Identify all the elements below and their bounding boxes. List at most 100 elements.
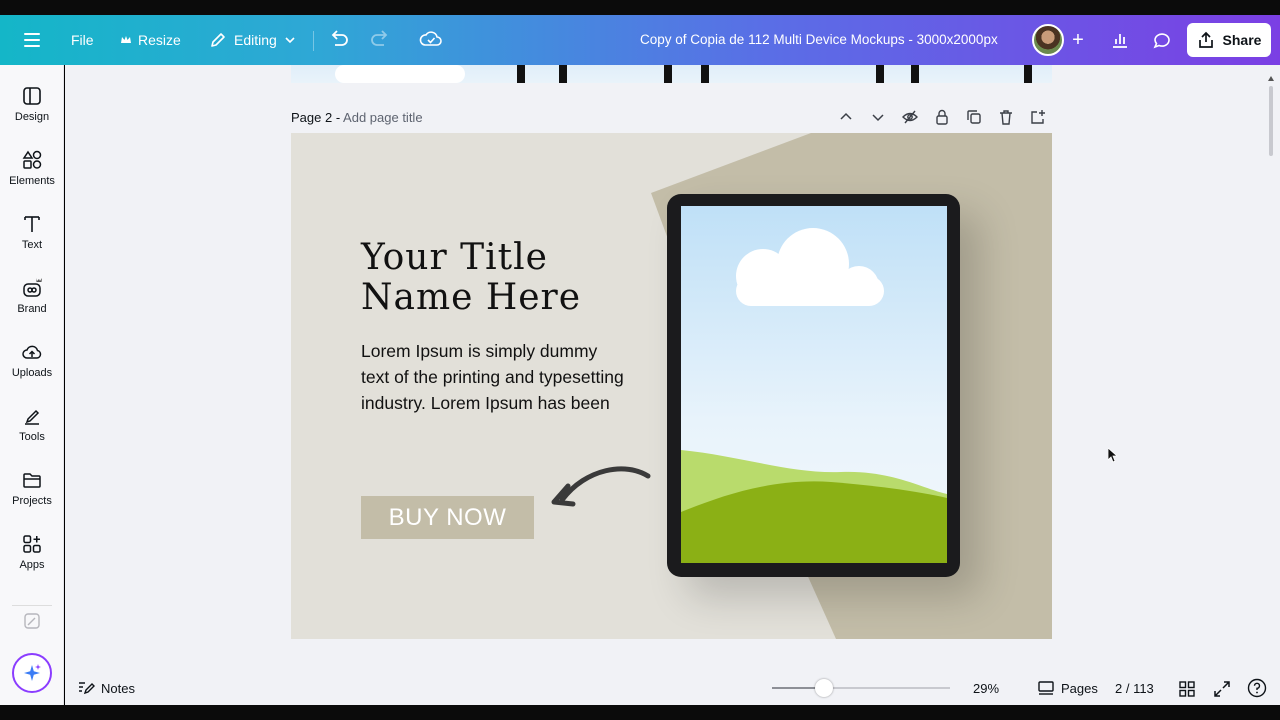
apps-icon bbox=[23, 535, 41, 553]
text-icon bbox=[24, 216, 40, 232]
sidebar-item-label: Brand bbox=[17, 303, 47, 315]
sidebar-item-label: Design bbox=[14, 111, 50, 123]
previous-page-device-edge bbox=[876, 65, 884, 83]
canvas-area[interactable]: Page 2 - Add page title Your Title Name … bbox=[65, 65, 1280, 673]
notes-icon bbox=[79, 682, 95, 695]
mouse-cursor-icon bbox=[1108, 448, 1118, 463]
pages-button[interactable]: Pages bbox=[1037, 679, 1098, 697]
sparkle-icon bbox=[24, 664, 41, 681]
page-count: 2 / 113 bbox=[1115, 681, 1154, 696]
zoom-slider-thumb[interactable] bbox=[815, 679, 833, 697]
sidebar-item-text[interactable]: Text bbox=[0, 213, 64, 269]
lock-page-icon[interactable] bbox=[933, 108, 951, 126]
previous-page-device-edge bbox=[517, 65, 525, 83]
zoom-level[interactable]: 29% bbox=[973, 681, 999, 696]
previous-page-cloud bbox=[335, 65, 465, 83]
bottom-letterbox bbox=[0, 705, 1280, 720]
design-body-text[interactable]: Lorem Ipsum is simply dummy text of the … bbox=[361, 338, 626, 416]
share-label: Share bbox=[1222, 32, 1262, 48]
add-page-icon[interactable] bbox=[1029, 108, 1047, 126]
sidebar-item-apps[interactable]: Apps bbox=[0, 533, 64, 589]
comment-icon bbox=[1153, 33, 1170, 49]
move-page-up-icon[interactable] bbox=[837, 108, 855, 126]
cloud-saved-icon[interactable] bbox=[418, 24, 444, 54]
file-menu-button[interactable]: File bbox=[61, 22, 104, 58]
resize-button[interactable]: Resize bbox=[110, 22, 191, 58]
page-number-label: Page 2 - bbox=[291, 110, 344, 125]
pencil-icon bbox=[211, 33, 225, 47]
design-title-line: Your Title bbox=[361, 237, 548, 278]
sidebar-item-label: Apps bbox=[19, 559, 45, 571]
tablet-screen bbox=[681, 206, 947, 563]
design-icon bbox=[23, 87, 41, 105]
sidebar-item-projects[interactable]: Projects bbox=[0, 469, 64, 525]
sidebar-divider bbox=[12, 605, 52, 606]
design-title-line: Name Here bbox=[361, 277, 582, 318]
move-page-down-icon[interactable] bbox=[869, 108, 887, 126]
file-label: File bbox=[71, 32, 94, 48]
page-toolbar bbox=[837, 108, 1047, 126]
vertical-scrollbar[interactable] bbox=[1268, 74, 1274, 674]
folder-icon bbox=[23, 473, 41, 488]
design-title[interactable]: Your Title Name Here bbox=[361, 238, 581, 318]
previous-page-device-edge bbox=[701, 65, 709, 83]
curved-arrow-graphic[interactable] bbox=[546, 458, 656, 518]
chevron-down-icon bbox=[285, 37, 295, 44]
elements-icon bbox=[22, 150, 42, 169]
sidebar-item-label: Uploads bbox=[11, 367, 53, 379]
notes-button[interactable]: Notes bbox=[77, 679, 135, 697]
sidebar-item-design[interactable]: Design bbox=[0, 85, 64, 141]
buy-now-button[interactable]: BUY NOW bbox=[361, 496, 534, 539]
help-icon[interactable] bbox=[1247, 678, 1267, 698]
tablet-mockup[interactable] bbox=[667, 194, 960, 577]
previous-page-device-edge bbox=[911, 65, 919, 83]
duplicate-page-icon[interactable] bbox=[965, 108, 983, 126]
share-icon bbox=[1198, 31, 1213, 48]
crown-icon bbox=[121, 36, 131, 43]
sidebar-item-label: Tools bbox=[19, 431, 45, 443]
redo-icon[interactable] bbox=[367, 24, 393, 54]
sidebar-item-label: Projects bbox=[12, 495, 52, 507]
hide-page-icon[interactable] bbox=[901, 108, 919, 126]
sidebar-item-uploads[interactable]: Uploads bbox=[0, 341, 64, 397]
toolbar-divider bbox=[313, 31, 314, 51]
user-avatar[interactable] bbox=[1032, 24, 1064, 56]
previous-page-preview bbox=[291, 65, 1052, 83]
magic-assistant-button[interactable] bbox=[12, 653, 52, 693]
undo-icon[interactable] bbox=[326, 24, 352, 54]
resize-label: Resize bbox=[138, 32, 181, 48]
document-title[interactable]: Copy of Copia de 112 Multi Device Mockup… bbox=[640, 32, 998, 47]
brand-icon bbox=[23, 278, 42, 297]
tools-icon bbox=[25, 409, 40, 425]
add-collaborator-icon[interactable]: + bbox=[1066, 25, 1090, 55]
grid-view-icon[interactable] bbox=[1178, 680, 1196, 698]
sidebar-item-elements[interactable]: Elements bbox=[0, 149, 64, 205]
page-title-input[interactable]: Add page title bbox=[343, 110, 423, 125]
pages-label: Pages bbox=[1061, 680, 1098, 696]
sidebar-item-tools[interactable]: Tools bbox=[0, 405, 64, 461]
previous-page-device-edge bbox=[664, 65, 672, 83]
analytics-button[interactable] bbox=[1102, 24, 1138, 56]
left-sidebar: Design Elements Text Brand Uploads Tools… bbox=[0, 65, 64, 705]
next-page-label bbox=[291, 663, 1052, 673]
delete-page-icon[interactable] bbox=[997, 108, 1015, 126]
sidebar-item-label: Text bbox=[21, 239, 43, 251]
design-page[interactable]: Your Title Name Here Lorem Ipsum is simp… bbox=[291, 133, 1052, 639]
editing-mode-dropdown[interactable]: Editing bbox=[198, 22, 307, 58]
pages-icon bbox=[1038, 681, 1054, 695]
page-label[interactable]: Page 2 - Add page title bbox=[291, 110, 423, 125]
notes-label: Notes bbox=[101, 680, 135, 696]
comments-button[interactable] bbox=[1144, 24, 1180, 56]
share-button[interactable]: Share bbox=[1187, 23, 1271, 57]
sidebar-item-brand[interactable]: Brand bbox=[0, 277, 64, 333]
previous-page-device-edge bbox=[1024, 65, 1032, 83]
sidebar-item-label: Elements bbox=[9, 175, 55, 187]
top-letterbox bbox=[0, 0, 1280, 15]
previous-page-device-edge bbox=[559, 65, 567, 83]
top-toolbar: File Resize Editing Copy of Copia de 112… bbox=[0, 15, 1280, 65]
editing-label: Editing bbox=[234, 32, 277, 48]
magic-edit-icon[interactable] bbox=[22, 611, 42, 631]
hamburger-menu-icon[interactable] bbox=[20, 29, 44, 51]
fullscreen-icon[interactable] bbox=[1213, 680, 1231, 698]
landscape-illustration bbox=[681, 228, 947, 563]
